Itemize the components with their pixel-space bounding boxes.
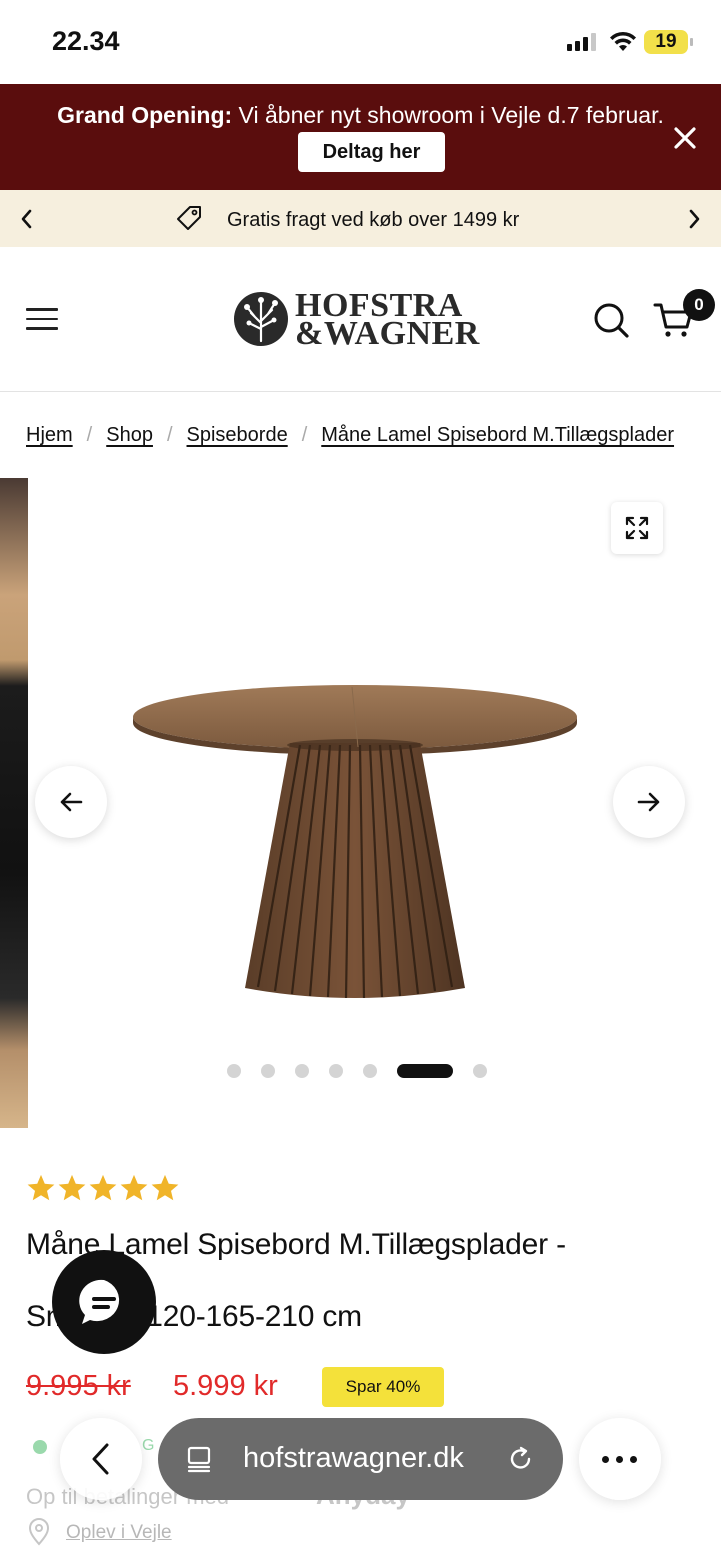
breadcrumb-spiseborde[interactable]: Spiseborde xyxy=(187,424,288,446)
announcement-text: Grand Opening: Vi åbner nyt showroom i V… xyxy=(0,102,721,129)
gallery-dot[interactable] xyxy=(227,1064,241,1078)
arrow-right-icon xyxy=(637,792,660,812)
cellular-signal-icon xyxy=(567,33,596,51)
tree-emblem-icon xyxy=(234,292,288,346)
chevron-left-icon[interactable] xyxy=(18,208,36,230)
breadcrumb-home[interactable]: Hjem xyxy=(26,424,73,446)
announcement-bar: Grand Opening: Vi åbner nyt showroom i V… xyxy=(0,84,721,190)
hamburger-menu-icon[interactable] xyxy=(26,308,58,332)
gallery-pagination xyxy=(227,1064,487,1078)
original-price: 9.995 kr xyxy=(26,1370,131,1402)
announcement-bold: Grand Opening: xyxy=(57,102,233,128)
status-bar: 22.34 19 xyxy=(0,0,721,84)
gallery-dot[interactable] xyxy=(295,1064,309,1078)
gallery-dot[interactable] xyxy=(397,1064,453,1078)
shipping-bar: Gratis fragt ved køb over 1499 kr xyxy=(0,190,721,247)
arrow-left-icon xyxy=(60,792,83,812)
expand-icon xyxy=(625,516,649,540)
gallery-dot[interactable] xyxy=(473,1064,487,1078)
cart-count-badge: 0 xyxy=(683,289,715,321)
price-tag-icon xyxy=(177,206,201,230)
browser-more-button[interactable] xyxy=(579,1418,661,1500)
logo-text-line2: &WAGNER xyxy=(295,315,480,352)
stock-status-text: G xyxy=(142,1437,155,1454)
product-image xyxy=(133,685,577,999)
reload-icon[interactable] xyxy=(507,1445,535,1473)
gallery-dot[interactable] xyxy=(363,1064,377,1078)
chat-button[interactable] xyxy=(52,1250,156,1354)
chevron-left-icon xyxy=(92,1443,109,1475)
star-icon xyxy=(89,1174,117,1201)
product-gallery[interactable] xyxy=(0,478,721,1128)
close-icon[interactable] xyxy=(671,124,699,152)
battery-indicator: 19 xyxy=(644,30,693,54)
breadcrumb: Hjem / Shop / Spiseborde / Måne Lamel Spisebor… xyxy=(26,424,696,447)
stock-status-dot xyxy=(33,1440,47,1454)
breadcrumb-current[interactable]: Måne Lamel Spisebord M.Tillægsplader xyxy=(321,424,674,446)
gallery-prev-button[interactable] xyxy=(35,766,107,838)
star-icon xyxy=(27,1174,55,1201)
breadcrumb-separator: / xyxy=(166,424,173,446)
star-icon xyxy=(151,1174,179,1201)
join-button[interactable]: Deltag her xyxy=(298,132,445,172)
breadcrumb-separator: / xyxy=(301,424,308,446)
rating-stars[interactable] xyxy=(26,1173,180,1203)
expand-button[interactable] xyxy=(611,502,663,554)
search-icon[interactable] xyxy=(592,301,630,339)
wifi-icon xyxy=(610,31,636,51)
shipping-text: Gratis fragt ved køb over 1499 kr xyxy=(227,209,520,231)
browser-address-bar[interactable]: hofstrawagner.dk xyxy=(158,1418,563,1500)
star-icon xyxy=(58,1174,86,1201)
previous-slide-image xyxy=(0,478,28,1128)
status-time: 22.34 xyxy=(52,26,120,56)
sale-price: 5.999 kr xyxy=(173,1370,278,1402)
chat-bubble-icon xyxy=(79,1279,120,1324)
url-text: hofstrawagner.dk xyxy=(243,1442,464,1474)
tabs-icon[interactable] xyxy=(186,1445,214,1473)
breadcrumb-shop[interactable]: Shop xyxy=(106,424,153,446)
site-header: HOFSTRA &WAGNER 0 xyxy=(0,247,721,392)
site-logo[interactable]: HOFSTRA &WAGNER xyxy=(231,287,491,352)
location-pin-icon xyxy=(28,1518,50,1546)
showroom-link[interactable]: Oplev i Vejle xyxy=(66,1522,172,1544)
discount-badge: Spar 40% xyxy=(322,1367,444,1407)
gallery-next-button[interactable] xyxy=(613,766,685,838)
star-icon xyxy=(120,1174,148,1201)
breadcrumb-separator: / xyxy=(86,424,93,446)
chevron-right-icon[interactable] xyxy=(685,208,703,230)
announcement-message: Vi åbner nyt showroom i Vejle d.7 februa… xyxy=(232,102,664,128)
gallery-dot[interactable] xyxy=(329,1064,343,1078)
browser-back-button[interactable] xyxy=(60,1418,142,1500)
gallery-dot[interactable] xyxy=(261,1064,275,1078)
